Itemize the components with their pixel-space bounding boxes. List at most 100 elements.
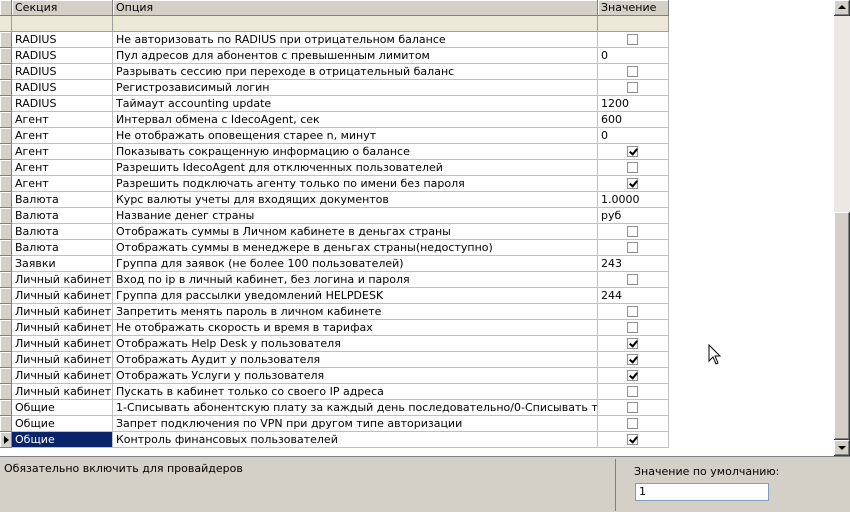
table-row[interactable]: Личный кабинет Не отображать скорость и в… xyxy=(0,320,669,336)
table-row[interactable]: Личный кабинет Запретить менять пароль в … xyxy=(0,304,669,320)
value-checkbox[interactable] xyxy=(627,82,638,93)
cell-value[interactable] xyxy=(598,384,669,400)
cell-section[interactable]: RADIUS xyxy=(12,48,113,64)
table-row[interactable]: RADIUS Регистрозависимый логин xyxy=(0,80,669,96)
cell-value[interactable] xyxy=(598,432,669,448)
cell-value[interactable] xyxy=(598,400,669,416)
table-row[interactable]: RADIUS Разрывать сессию при переходе в от… xyxy=(0,64,669,80)
cell-option[interactable]: Не отображать скорость и время в тарифах xyxy=(113,320,598,336)
cell-option[interactable]: Разрешить подключать агенту только по им… xyxy=(113,176,598,192)
table-row[interactable]: Агент Интервал обмена с IdecoAgent, сек 60… xyxy=(0,112,669,128)
value-checkbox[interactable] xyxy=(627,370,638,381)
cell-value[interactable] xyxy=(598,224,669,240)
value-checkbox[interactable] xyxy=(627,434,638,445)
cell-section[interactable]: Личный кабинет xyxy=(12,288,113,304)
row-selector[interactable] xyxy=(0,32,12,48)
filter-cell-option[interactable] xyxy=(113,16,598,32)
cell-value[interactable] xyxy=(598,320,669,336)
cell-value[interactable]: 1.0000 xyxy=(598,192,669,208)
row-selector[interactable] xyxy=(0,272,12,288)
row-selector[interactable] xyxy=(0,432,12,448)
table-row[interactable]: Агент Разрешить IdecoAgent для отключенны… xyxy=(0,160,669,176)
value-checkbox[interactable] xyxy=(627,338,638,349)
row-selector[interactable] xyxy=(0,304,12,320)
cell-value[interactable] xyxy=(598,64,669,80)
row-selector[interactable] xyxy=(0,64,12,80)
default-value-field[interactable]: 1 xyxy=(635,483,769,501)
cell-option[interactable]: Разрешить IdecoAgent для отключенных пол… xyxy=(113,160,598,176)
vertical-scrollbar[interactable] xyxy=(834,0,850,456)
cell-section[interactable]: RADIUS xyxy=(12,32,113,48)
cell-option[interactable]: Запрет подключения по VPN при другом тип… xyxy=(113,416,598,432)
row-selector[interactable] xyxy=(0,320,12,336)
row-selector[interactable] xyxy=(0,400,12,416)
cell-option[interactable]: Отображать Аудит у пользователя xyxy=(113,352,598,368)
cell-value[interactable]: руб xyxy=(598,208,669,224)
cell-section[interactable]: Личный кабинет xyxy=(12,320,113,336)
table-row[interactable]: Валюта Отображать суммы в менеджере в ден… xyxy=(0,240,669,256)
column-header-option[interactable]: Опция xyxy=(113,0,598,16)
column-header-value[interactable]: Значение xyxy=(598,0,669,16)
cell-section[interactable]: Агент xyxy=(12,176,113,192)
cell-value[interactable] xyxy=(598,352,669,368)
cell-section[interactable]: Валюта xyxy=(12,208,113,224)
row-selector[interactable] xyxy=(0,208,12,224)
cell-section[interactable]: RADIUS xyxy=(12,64,113,80)
cell-value[interactable]: 0 xyxy=(598,48,669,64)
row-selector[interactable] xyxy=(0,224,12,240)
cell-value[interactable]: 243 xyxy=(598,256,669,272)
cell-option[interactable]: Название денег страны xyxy=(113,208,598,224)
table-row[interactable]: Валюта Курс валюты учеты для входящих док… xyxy=(0,192,669,208)
row-selector[interactable] xyxy=(0,144,12,160)
table-row[interactable]: Агент Показывать сокращенную информацию о… xyxy=(0,144,669,160)
cell-section[interactable]: Заявки xyxy=(12,256,113,272)
cell-section[interactable]: Общие xyxy=(12,400,113,416)
cell-option[interactable]: Группа для рассылки уведомлений HELPDESK xyxy=(113,288,598,304)
value-checkbox[interactable] xyxy=(627,66,638,77)
row-selector[interactable] xyxy=(0,176,12,192)
cell-option[interactable]: Показывать сокращенную информацию о бала… xyxy=(113,144,598,160)
row-selector[interactable] xyxy=(0,336,12,352)
cell-section[interactable]: Личный кабинет xyxy=(12,336,113,352)
cell-value[interactable] xyxy=(598,144,669,160)
value-checkbox[interactable] xyxy=(627,226,638,237)
cell-option[interactable]: Группа для заявок (не более 100 пользова… xyxy=(113,256,598,272)
cell-value[interactable]: 600 xyxy=(598,112,669,128)
cell-value[interactable] xyxy=(598,160,669,176)
filter-cell-value[interactable] xyxy=(598,16,669,32)
value-checkbox[interactable] xyxy=(627,274,638,285)
cell-value[interactable] xyxy=(598,32,669,48)
value-checkbox[interactable] xyxy=(627,178,638,189)
scroll-down-button[interactable] xyxy=(834,440,850,456)
cell-value[interactable] xyxy=(598,240,669,256)
cell-option[interactable]: Курс валюты учеты для входящих документо… xyxy=(113,192,598,208)
row-selector[interactable] xyxy=(0,48,12,64)
filter-row[interactable] xyxy=(0,16,669,32)
row-selector[interactable] xyxy=(0,96,12,112)
cell-section[interactable]: Личный кабинет xyxy=(12,384,113,400)
cell-section[interactable]: Личный кабинет xyxy=(12,368,113,384)
filter-cell-section[interactable] xyxy=(12,16,113,32)
cell-section[interactable]: Личный кабинет xyxy=(12,304,113,320)
row-selector[interactable] xyxy=(0,240,12,256)
cell-option[interactable]: Интервал обмена с IdecoAgent, сек xyxy=(113,112,598,128)
table-row[interactable]: Валюта Название денег страны руб xyxy=(0,208,669,224)
table-row[interactable]: Агент Не отображать оповещения старее n, … xyxy=(0,128,669,144)
cell-option[interactable]: Не отображать оповещения старее n, минут xyxy=(113,128,598,144)
table-row[interactable]: Личный кабинет Вход по ip в личный кабине… xyxy=(0,272,669,288)
table-row[interactable]: Заявки Группа для заявок (не более 100 по… xyxy=(0,256,669,272)
cell-value[interactable] xyxy=(598,176,669,192)
cell-section[interactable]: Агент xyxy=(12,112,113,128)
value-checkbox[interactable] xyxy=(627,242,638,253)
row-selector[interactable] xyxy=(0,160,12,176)
cell-section[interactable]: Агент xyxy=(12,144,113,160)
cell-value[interactable] xyxy=(598,80,669,96)
value-checkbox[interactable] xyxy=(627,306,638,317)
cell-option[interactable]: Пускать в кабинет только со своего IP ад… xyxy=(113,384,598,400)
table-row[interactable]: Личный кабинет Отображать Услуги у пользо… xyxy=(0,368,669,384)
row-selector[interactable] xyxy=(0,384,12,400)
cell-value[interactable]: 1200 xyxy=(598,96,669,112)
value-checkbox[interactable] xyxy=(627,418,638,429)
cell-option[interactable]: Отображать Help Desk у пользователя xyxy=(113,336,598,352)
row-selector[interactable] xyxy=(0,128,12,144)
